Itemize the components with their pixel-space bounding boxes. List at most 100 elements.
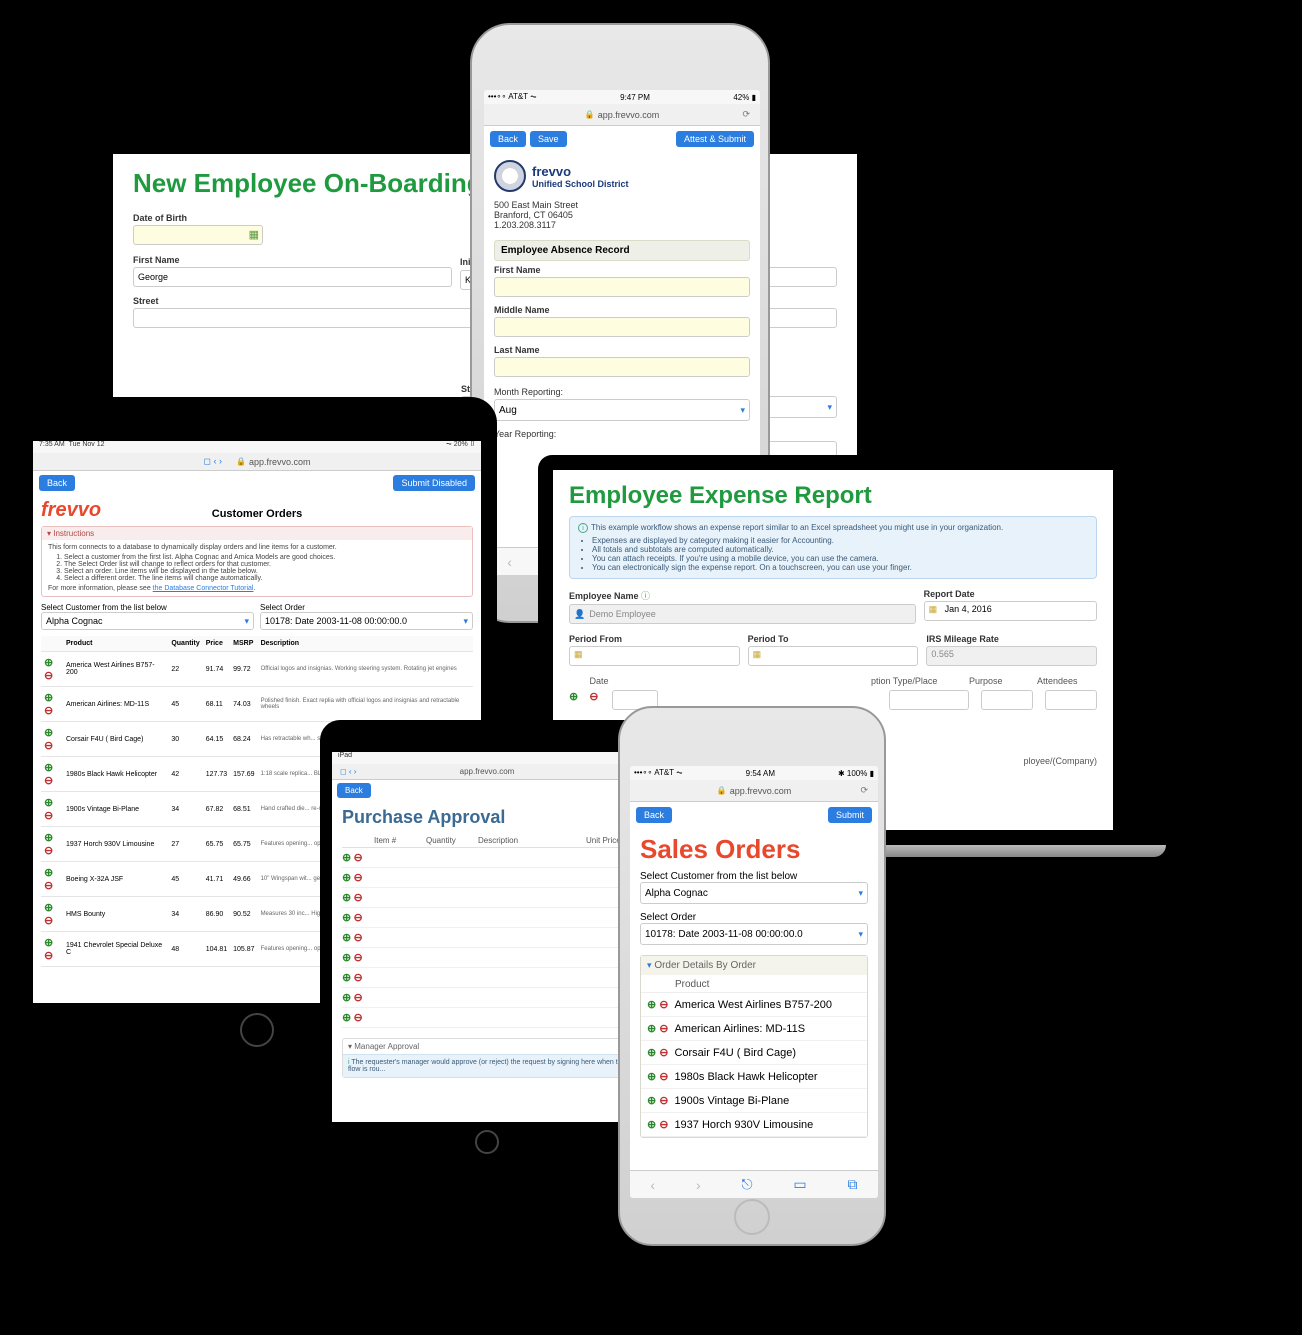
add-icon[interactable]: ⊕ [44,937,53,949]
share-icon[interactable]: ⎋ [741,1176,752,1193]
tutorial-link[interactable]: the Database Connector Tutorial [153,585,254,592]
sc-label: Select Customer from the list below [640,871,868,882]
table-row: ⊕ ⊖ [342,1008,632,1028]
remove-icon[interactable]: ⊖ [659,1118,668,1131]
submit-button[interactable]: Submit Disabled [393,475,475,491]
add-icon[interactable]: ⊕ [44,657,53,669]
add-icon[interactable]: ⊕ [647,1094,656,1107]
url-bar[interactable]: 🔒app.frevvo.com⟳ [484,104,760,126]
back-button[interactable]: Back [490,131,526,147]
fn-input[interactable] [133,267,452,287]
url-bar[interactable]: 🔒app.frevvo.com⟳ [630,780,878,802]
sc-select[interactable]: Alpha Cognac▾ [41,612,254,630]
rd-input[interactable]: ▦Jan 4, 2016 [924,601,1097,621]
reload-icon[interactable]: ⟳ [742,109,750,120]
add-icon[interactable]: ⊕ [569,690,578,710]
ln-input[interactable] [494,357,750,377]
reload-icon[interactable]: ⟳ [860,785,868,796]
calendar-icon[interactable]: ▦ [249,228,259,241]
remove-icon[interactable]: ⊖ [659,1070,668,1083]
add-icon[interactable]: ⊕ [647,1070,656,1083]
remove-icon[interactable]: ⊖ [353,912,362,924]
remove-icon[interactable]: ⊖ [353,892,362,904]
pf-input[interactable]: ▦ [569,646,740,666]
remove-icon[interactable]: ⊖ [44,810,53,822]
irs-label: IRS Mileage Rate [926,634,1097,644]
remove-icon[interactable]: ⊖ [353,1012,362,1024]
remove-icon[interactable]: ⊖ [353,992,362,1004]
bookmarks-icon[interactable]: ▭ [793,1176,806,1193]
add-icon[interactable]: ⊕ [44,832,53,844]
table-row: ⊕ ⊖ [342,928,632,948]
url-bar[interactable]: ◻ ‹ ›🔒app.frevvo.com [33,453,481,471]
save-button[interactable]: Save [530,131,567,147]
add-icon[interactable]: ⊕ [342,892,351,904]
back-icon[interactable]: ‹ [650,1177,655,1193]
add-icon[interactable]: ⊕ [44,902,53,914]
add-icon[interactable]: ⊕ [342,992,351,1004]
instr-step: Select a different order. The line items… [64,575,466,582]
add-icon[interactable]: ⊕ [342,872,351,884]
add-icon[interactable]: ⊕ [342,912,351,924]
mn-input[interactable] [494,317,750,337]
add-icon[interactable]: ⊕ [647,1022,656,1035]
remove-icon[interactable]: ⊖ [659,998,668,1011]
sales-title: Sales Orders [640,834,868,865]
home-button[interactable] [734,1199,770,1235]
sc-select[interactable]: Alpha Cognac▾ [640,882,868,904]
remove-icon[interactable]: ⊖ [353,952,362,964]
remove-icon[interactable]: ⊖ [659,1094,668,1107]
submit-button[interactable]: Submit [828,807,872,823]
add-icon[interactable]: ⊕ [647,1046,656,1059]
remove-icon[interactable]: ⊖ [44,950,53,962]
add-icon[interactable]: ⊕ [44,692,53,704]
remove-icon[interactable]: ⊖ [589,690,598,710]
remove-icon[interactable]: ⊖ [44,845,53,857]
add-icon[interactable]: ⊕ [342,952,351,964]
attest-button[interactable]: Attest & Submit [676,131,754,147]
mgr-hdr[interactable]: ▾ Manager Approval [343,1039,631,1054]
instr-hdr[interactable]: ▾ Instructions [42,527,472,540]
add-icon[interactable]: ⊕ [647,998,656,1011]
remove-icon[interactable]: ⊖ [44,670,53,682]
add-icon[interactable]: ⊕ [342,852,351,864]
remove-icon[interactable]: ⊖ [659,1022,668,1035]
remove-icon[interactable]: ⊖ [44,880,53,892]
add-icon[interactable]: ⊕ [44,867,53,879]
fwd-icon[interactable]: › [696,1177,701,1193]
remove-icon[interactable]: ⊖ [353,972,362,984]
so-select[interactable]: 10178: Date 2003-11-08 00:00:00.0▾ [260,612,473,630]
back-button[interactable]: Back [337,783,371,798]
add-icon[interactable]: ⊕ [342,1012,351,1024]
ipad-purchase: iPad⏦ ▮ ◻ ‹ ›app.frevvo.com Back Purchas… [320,720,654,1160]
add-icon[interactable]: ⊕ [647,1118,656,1131]
remove-icon[interactable]: ⊖ [659,1046,668,1059]
remove-icon[interactable]: ⊖ [44,740,53,752]
table-row: ⊕ ⊖ [342,988,632,1008]
month-select[interactable]: Aug▾ [494,399,750,421]
detail-hdr[interactable]: ▾ Order Details By Order [641,956,867,975]
add-icon[interactable]: ⊕ [44,797,53,809]
table-row: ⊕ ⊖ [342,948,632,968]
back-button[interactable]: Back [636,807,672,823]
so-select[interactable]: 10178: Date 2003-11-08 00:00:00.0▾ [640,923,868,945]
dob-input[interactable] [133,225,263,245]
remove-icon[interactable]: ⊖ [353,932,362,944]
pt-input[interactable]: ▦ [748,646,919,666]
remove-icon[interactable]: ⊖ [44,915,53,927]
remove-icon[interactable]: ⊖ [44,775,53,787]
back-icon[interactable]: ‹ [507,554,512,570]
remove-icon[interactable]: ⊖ [353,872,362,884]
remove-icon[interactable]: ⊖ [44,705,53,717]
remove-icon[interactable]: ⊖ [353,852,362,864]
fn-input[interactable] [494,277,750,297]
add-icon[interactable]: ⊕ [342,932,351,944]
add-icon[interactable]: ⊕ [44,727,53,739]
add-icon[interactable]: ⊕ [342,972,351,984]
home-button[interactable] [240,1013,274,1047]
tabs-icon[interactable]: ⧉ [848,1176,858,1193]
url-bar[interactable]: ◻ ‹ ›app.frevvo.com [332,764,642,780]
back-button[interactable]: Back [39,475,75,491]
home-button[interactable] [475,1130,499,1154]
add-icon[interactable]: ⊕ [44,762,53,774]
